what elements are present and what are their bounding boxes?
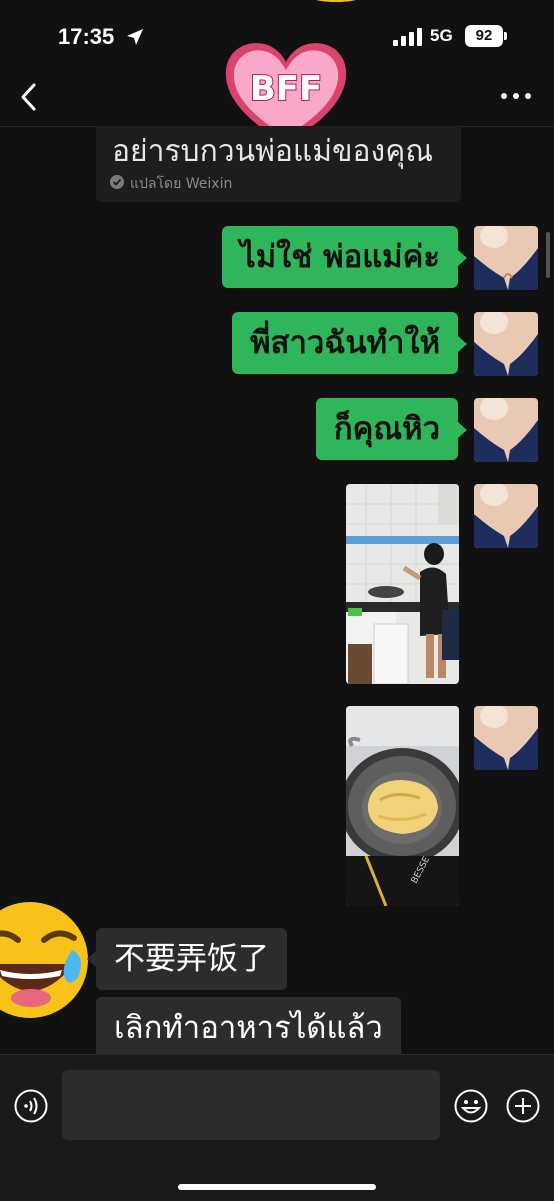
scrollbar[interactable] [546,232,550,278]
location-arrow-icon [126,28,144,46]
laughing-emoji-sticker-top [286,0,386,20]
my-avatar[interactable] [474,706,538,770]
back-button[interactable] [16,82,42,112]
bubble-tail [458,250,467,266]
translated-message-text: อย่ารบกวนพ่อแม่ของคุณ [112,134,434,169]
my-avatar[interactable] [474,312,538,376]
emoji-icon [454,1089,488,1123]
translation-check-icon [110,174,124,189]
bubble-tail [458,422,467,438]
outgoing-message-bubble[interactable]: ก็คุณหิว [315,398,458,460]
more-functions-button[interactable] [506,1089,540,1123]
outgoing-message-bubble[interactable]: พี่สาวฉันทำให้ [232,312,458,374]
bff-sticker-text: BFF [250,69,322,109]
network-type: 5G [430,26,453,45]
battery-icon: 92 [465,25,503,47]
cellular-signal-icon [393,28,423,46]
voice-input-button[interactable] [14,1089,48,1123]
battery-tip [504,32,507,40]
bubble-tail [87,951,96,967]
my-avatar[interactable] [474,484,538,548]
plus-icon [506,1089,540,1123]
status-time: 17:35 [58,24,115,49]
home-indicator[interactable] [178,1184,376,1190]
chevron-left-icon [21,83,36,111]
my-avatar[interactable] [474,226,538,290]
ellipsis-icon [501,93,531,99]
incoming-message-bubble[interactable]: 不要弄饭了 [96,928,287,990]
outgoing-message-bubble[interactable]: ไม่ใช่ พ่อแม่ค่ะ [222,226,458,288]
bubble-tail [458,336,467,352]
photo-message-girl-cooking[interactable] [346,484,459,684]
voice-input-icon [14,1089,48,1123]
message-input[interactable] [62,1070,440,1140]
photo-message-omelette-wok[interactable]: BESSE [346,706,459,906]
contact-avatar-laughing-emoji[interactable] [0,898,90,1024]
translation-note: แปลโดย Weixin [130,176,233,192]
more-options-button[interactable] [498,86,534,106]
my-avatar[interactable] [474,398,538,462]
emoji-button[interactable] [454,1089,488,1123]
